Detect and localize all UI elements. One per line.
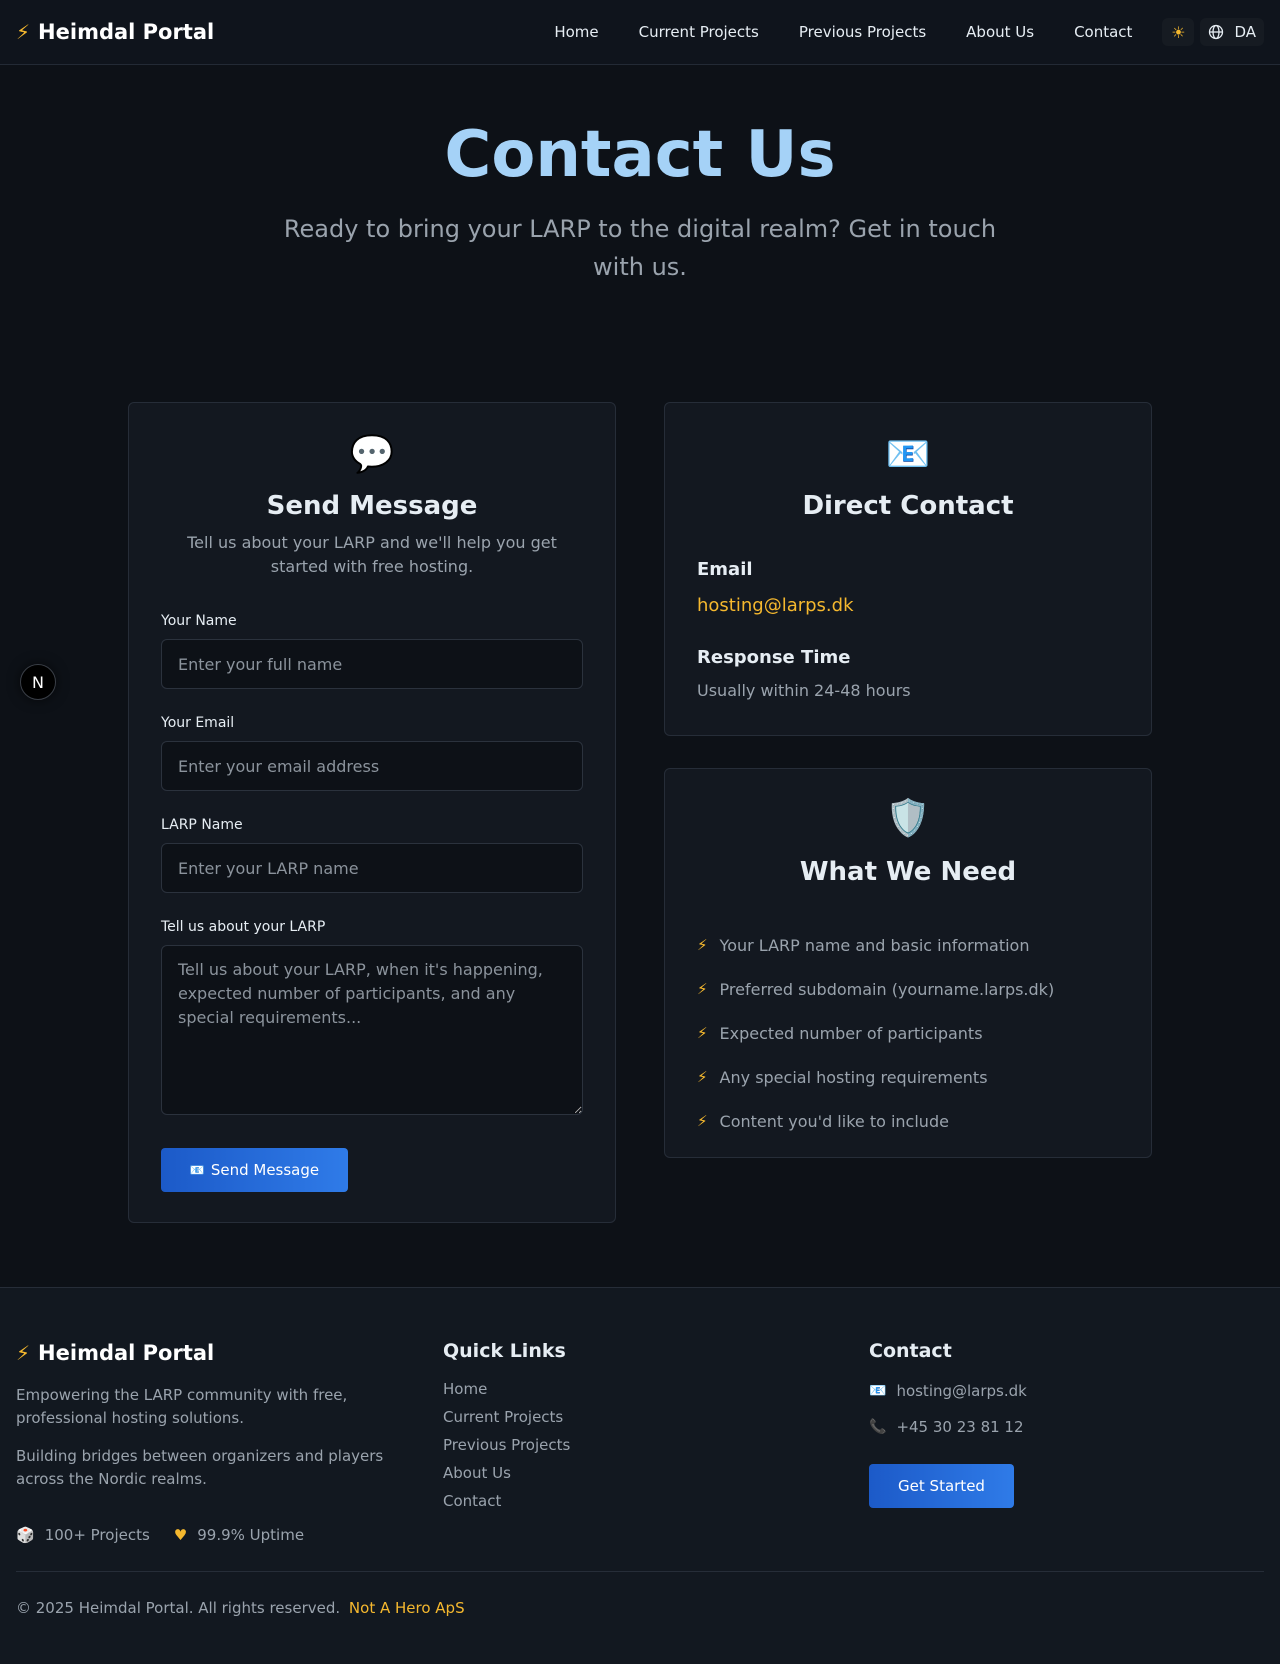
email-label: Your Email	[161, 715, 235, 731]
contact-email-link[interactable]: hosting@larps.dk	[697, 595, 854, 616]
nav-link-previous-projects[interactable]: Previous Projects	[779, 23, 946, 41]
heart-icon: ♥	[173, 1526, 188, 1544]
email-input[interactable]	[161, 741, 583, 791]
list-item: ⚡ Preferred subdomain (yourname.larps.dk)	[697, 967, 1054, 1011]
what-we-need-card: 🛡️ What We Need ⚡ Your LARP name and basi…	[664, 768, 1152, 1158]
send-message-title: Send Message	[266, 491, 478, 521]
globe-icon	[1209, 24, 1224, 40]
requirement-text: Content you'd like to include	[719, 1111, 949, 1131]
lightning-bolt-icon: ⚡	[697, 1112, 708, 1130]
footer-brand-name: Heimdal Portal	[38, 1341, 215, 1365]
language-code: DA	[1234, 23, 1256, 41]
list-item: ⚡ Any special hosting requirements	[697, 1055, 1054, 1099]
name-label: Your Name	[161, 613, 237, 629]
speech-bubble-icon: 💬	[349, 434, 395, 475]
larp-description-label: Tell us about your LARP	[161, 919, 326, 935]
list-item: ⚡ Expected number of participants	[697, 1011, 1054, 1055]
shield-icon: 🛡️	[885, 798, 931, 839]
lightning-bolt-icon: ⚡	[16, 20, 31, 44]
footer-tagline: Empowering the LARP community with free,…	[16, 1386, 348, 1427]
copyright-text: © 2025 Heimdal Portal. All rights reserv…	[16, 1599, 341, 1617]
name-input[interactable]	[161, 639, 583, 689]
larp-name-label: LARP Name	[161, 817, 243, 833]
quick-links-title: Quick Links	[443, 1340, 566, 1362]
response-time-heading: Response Time	[697, 647, 851, 668]
sun-icon: ☀	[1171, 22, 1186, 42]
lightning-bolt-icon: ⚡	[697, 1024, 708, 1042]
brand-name: Heimdal Portal	[38, 20, 215, 44]
direct-contact-card: 📧 Direct Contact Email hosting@larps.dk …	[664, 402, 1152, 736]
lightning-bolt-icon: ⚡	[697, 1068, 708, 1086]
footer-link-current-projects[interactable]: Current Projects	[443, 1408, 570, 1436]
lightning-bolt-icon: ⚡	[697, 980, 708, 998]
site-footer: ⚡ Heimdal Portal Empowering the LARP com…	[0, 1287, 1280, 1664]
company-link[interactable]: Not A Hero ApS	[349, 1599, 465, 1617]
language-switch-button[interactable]: DA	[1200, 18, 1264, 46]
nav-links: Home Current Projects Previous Projects …	[534, 18, 1264, 46]
requirement-text: Any special hosting requirements	[719, 1067, 988, 1087]
footer-email[interactable]: 📧 hosting@larps.dk	[869, 1382, 1027, 1400]
envelope-icon: 📧	[885, 434, 931, 475]
uptime-stat: ♥ 99.9% Uptime	[174, 1526, 304, 1544]
footer-mission: Building bridges between organizers and …	[16, 1447, 384, 1488]
page-title: Contact Us	[444, 118, 836, 192]
footer-link-previous-projects[interactable]: Previous Projects	[443, 1436, 570, 1464]
footer-link-home[interactable]: Home	[443, 1380, 570, 1408]
lightning-bolt-icon: ⚡	[697, 936, 708, 954]
footer-link-about-us[interactable]: About Us	[443, 1464, 570, 1492]
what-we-need-title: What We Need	[799, 857, 1017, 887]
footer-brand[interactable]: ⚡ Heimdal Portal	[16, 1341, 214, 1365]
get-started-button[interactable]: Get Started	[869, 1464, 1014, 1508]
send-message-description: Tell us about your LARP and we'll help y…	[187, 533, 557, 576]
footer-link-contact[interactable]: Contact	[443, 1492, 570, 1520]
footer-divider	[16, 1571, 1264, 1572]
projects-stat: 🎲 100+ Projects	[16, 1526, 150, 1544]
floating-n-badge[interactable]: N	[20, 664, 56, 700]
response-time-text: Usually within 24-48 hours	[697, 681, 911, 700]
nav-link-current-projects[interactable]: Current Projects	[619, 23, 779, 41]
nav-link-about-us[interactable]: About Us	[946, 23, 1054, 41]
nav-link-contact[interactable]: Contact	[1054, 23, 1152, 41]
email-heading: Email	[697, 559, 753, 580]
theme-toggle-button[interactable]: ☀	[1162, 18, 1195, 46]
list-item: ⚡ Your LARP name and basic information	[697, 923, 1054, 967]
lightning-bolt-icon: ⚡	[16, 1341, 31, 1365]
send-message-button[interactable]: 📧 Send Message	[161, 1148, 348, 1192]
send-message-button-label: Send Message	[210, 1161, 320, 1179]
requirement-text: Preferred subdomain (yourname.larps.dk)	[719, 979, 1055, 999]
footer-stats: 🎲 100+ Projects ♥ 99.9% Uptime	[16, 1526, 304, 1544]
larp-description-textarea[interactable]	[161, 945, 583, 1115]
envelope-icon: 📧	[189, 1163, 205, 1177]
quick-links-list: Home Current Projects Previous Projects …	[443, 1380, 570, 1520]
phone-icon: 📞	[869, 1419, 887, 1435]
list-item: ⚡ Content you'd like to include	[697, 1099, 1054, 1143]
send-message-card: 💬 Send Message Tell us about your LARP a…	[128, 402, 616, 1223]
envelope-icon: 📧	[869, 1383, 887, 1399]
footer-contact-title: Contact	[869, 1340, 952, 1362]
uptime-stat-text: 99.9% Uptime	[197, 1526, 305, 1544]
footer-phone-text: +45 30 23 81 12	[896, 1418, 1024, 1436]
requirements-list: ⚡ Your LARP name and basic information ⚡ P…	[697, 923, 1054, 1143]
larp-name-input[interactable]	[161, 843, 583, 893]
page-subtitle: Ready to bring your LARP to the digital …	[283, 215, 997, 281]
direct-contact-title: Direct Contact	[802, 491, 1014, 521]
brand-logo[interactable]: ⚡ Heimdal Portal	[16, 20, 214, 44]
dice-icon: 🎲	[16, 1526, 35, 1544]
requirement-text: Your LARP name and basic information	[719, 935, 1030, 955]
projects-stat-text: 100+ Projects	[44, 1526, 150, 1544]
footer-phone[interactable]: 📞 +45 30 23 81 12	[869, 1418, 1024, 1436]
requirement-text: Expected number of participants	[719, 1023, 983, 1043]
copyright: © 2025 Heimdal Portal. All rights reserv…	[16, 1599, 465, 1617]
nav-link-home[interactable]: Home	[534, 23, 618, 41]
footer-email-text: hosting@larps.dk	[896, 1382, 1027, 1400]
top-navbar: ⚡ Heimdal Portal Home Current Projects P…	[0, 0, 1280, 65]
